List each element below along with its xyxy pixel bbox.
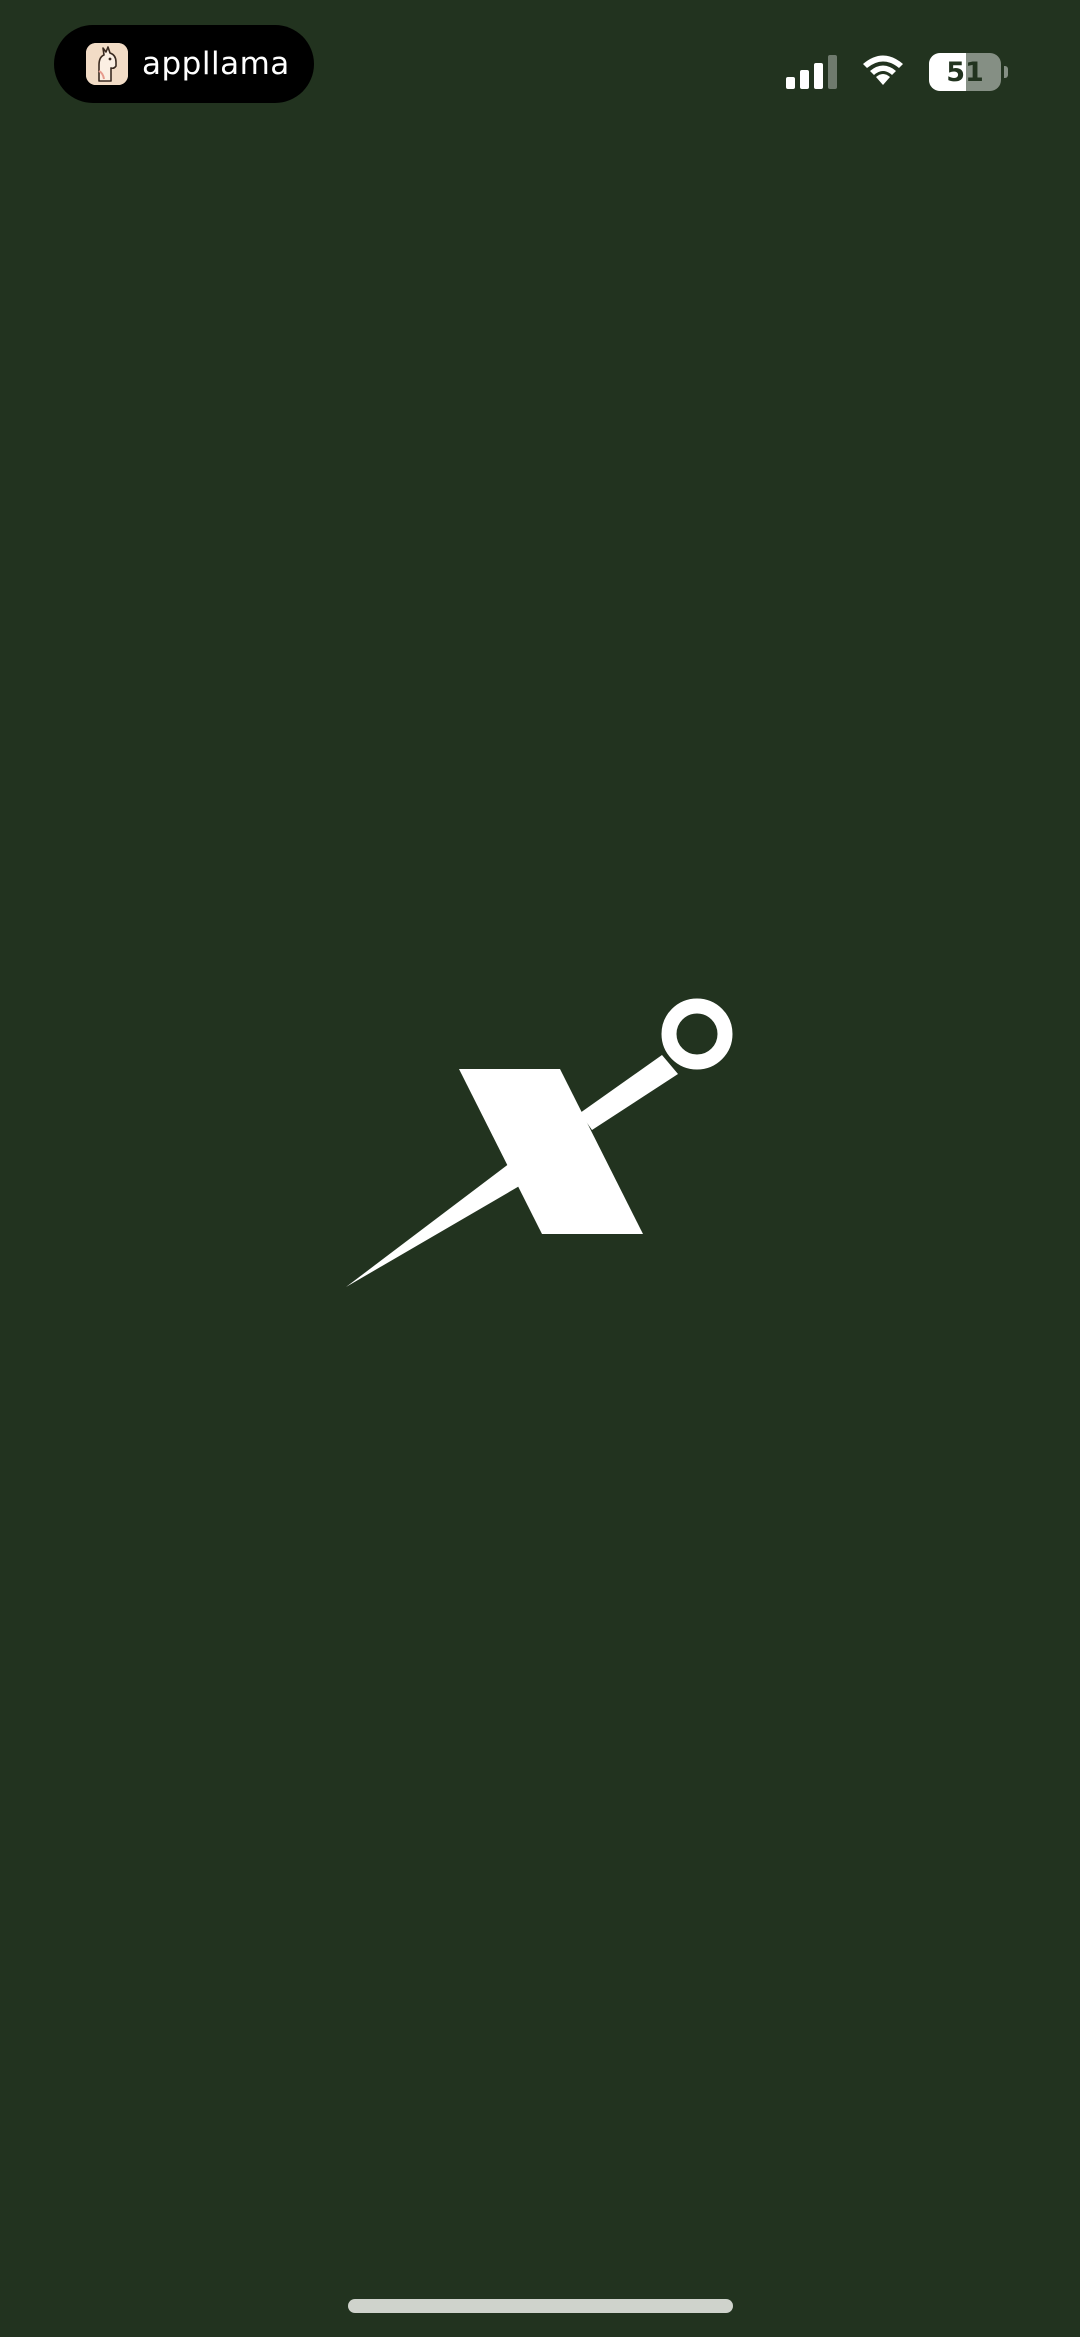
app-pill[interactable]: appllama bbox=[54, 25, 314, 103]
splash-screen: appllama 51 bbox=[0, 0, 1080, 2337]
signal-bar bbox=[828, 55, 837, 89]
battery-percent: 51 bbox=[946, 56, 984, 88]
battery-indicator: 51 bbox=[929, 53, 1008, 91]
cellular-signal-icon bbox=[786, 55, 837, 89]
signal-bar bbox=[800, 70, 809, 89]
battery-body: 51 bbox=[929, 53, 1001, 91]
signal-bar bbox=[786, 77, 795, 89]
app-pill-label: appllama bbox=[142, 46, 290, 82]
signal-bar bbox=[814, 63, 823, 89]
home-indicator[interactable] bbox=[348, 2299, 733, 2313]
battery-cap bbox=[1004, 66, 1008, 78]
status-indicators: 51 bbox=[786, 50, 1008, 94]
wifi-icon bbox=[859, 52, 907, 93]
needle-x-logo-icon bbox=[330, 985, 750, 1295]
llama-icon bbox=[86, 43, 128, 85]
